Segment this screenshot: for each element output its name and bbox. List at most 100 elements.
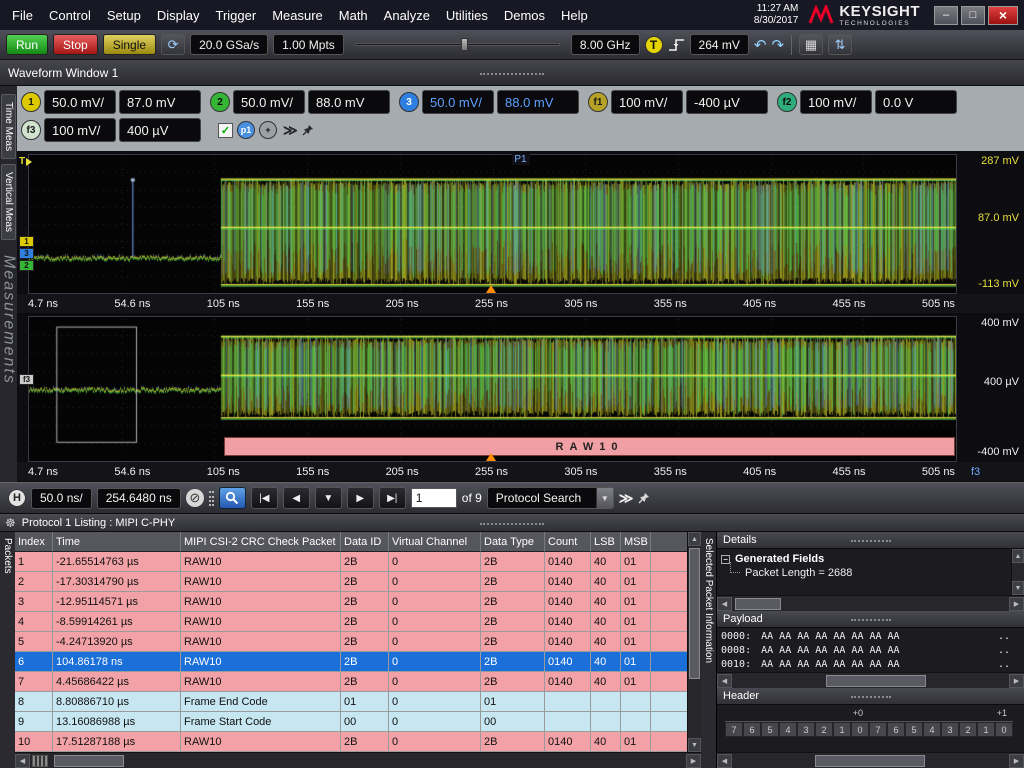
header-hscroll-track[interactable] [732, 754, 1009, 768]
details-hscroll-track[interactable] [732, 597, 1009, 611]
header-drag-handle[interactable] [851, 696, 891, 698]
nav-stop-button[interactable]: ▼ [315, 487, 342, 509]
channel-badge-3[interactable]: 3 [399, 92, 419, 112]
slider-thumb[interactable] [461, 38, 468, 51]
scroll-right-icon[interactable]: ▶ [686, 754, 701, 768]
selected-packet-label[interactable]: Selected Packet Information [703, 538, 714, 768]
column-header-data-type[interactable]: Data Type [481, 532, 545, 552]
hbar-pin-icon[interactable] [638, 492, 650, 504]
channel-scale-f2[interactable]: 100 mV/ [800, 90, 872, 114]
column-header-virtual-channel[interactable]: Virtual Channel [389, 532, 481, 552]
search-index-input[interactable] [411, 488, 457, 508]
packet-row-9[interactable]: 913.16086988 µsFrame Start Code00000 [15, 712, 687, 732]
protocol-drag-handle[interactable] [480, 523, 544, 525]
nav-next-button[interactable]: ▶ [347, 487, 374, 509]
menu-item-control[interactable]: Control [41, 3, 99, 28]
details-scroll-down-icon[interactable]: ▼ [1012, 581, 1024, 595]
nav-first-button[interactable]: |◀ [251, 487, 278, 509]
tab-time-meas[interactable]: Time Meas [1, 94, 16, 159]
stop-button[interactable]: Stop [53, 34, 98, 55]
p1-badge[interactable]: p1 [237, 121, 255, 139]
more-chevrons-icon[interactable]: ≫ [283, 122, 298, 139]
gear-icon[interactable]: ☸ [5, 516, 16, 530]
packet-row-1[interactable]: 1-21.65514763 µsRAW102B02B01404001 [15, 552, 687, 572]
details-scroll-right-icon[interactable]: ▶ [1009, 597, 1024, 611]
payload-section-header[interactable]: Payload [717, 611, 1024, 628]
search-zoom-button[interactable] [219, 487, 246, 509]
table-vscroll-track[interactable] [688, 546, 701, 738]
channel-tag-1[interactable]: 1 [19, 236, 34, 247]
channel-scale-1[interactable]: 50.0 mV/ [44, 90, 116, 114]
channel-offset-3[interactable]: 88.0 mV [497, 90, 579, 114]
channel-scale-f1[interactable]: 100 mV/ [611, 90, 683, 114]
trigger-position-marker[interactable] [486, 285, 496, 293]
payload-scroll-right-icon[interactable]: ▶ [1009, 674, 1024, 688]
packet-row-5[interactable]: 5-4.24713920 µsRAW102B02B01404001 [15, 632, 687, 652]
memory-depth-box[interactable]: 1.00 Mpts [273, 34, 344, 55]
trigger-time-marker[interactable]: T [19, 156, 32, 167]
acquire-mode-icon[interactable]: ⟳ [161, 34, 185, 55]
header-hscroll-thumb[interactable] [815, 755, 925, 767]
display-grid-icon[interactable]: ▦ [799, 34, 823, 55]
column-header-data-id[interactable]: Data ID [341, 532, 389, 552]
channel-offset-f1[interactable]: -400 µV [686, 90, 768, 114]
restore-button[interactable]: □ [961, 6, 985, 25]
scroll-down-icon[interactable]: ▼ [688, 738, 701, 752]
trigger-level-box[interactable]: 264 mV [690, 34, 749, 55]
menu-item-demos[interactable]: Demos [496, 3, 553, 28]
channel-tag-2[interactable]: 2 [19, 260, 34, 271]
column-header-time[interactable]: Time [53, 532, 181, 552]
details-section-header[interactable]: Details [717, 532, 1024, 549]
trigger-badge[interactable]: T [645, 36, 663, 54]
protocol-decode-band[interactable]: RAW10 [224, 437, 955, 456]
menu-item-analyze[interactable]: Analyze [376, 3, 438, 28]
table-horizontal-scrollbar[interactable]: ◀ ▶ [15, 752, 701, 768]
close-button[interactable]: × [988, 6, 1018, 25]
packet-row-6[interactable]: 6104.86178 nsRAW102B02B01404001 [15, 652, 687, 672]
table-hscroll-track[interactable] [50, 754, 686, 768]
header-scroll-left-icon[interactable]: ◀ [717, 754, 732, 768]
protocol-panel-header[interactable]: ☸ Protocol 1 Listing : MIPI C-PHY [0, 514, 1024, 532]
channel-badge-f1[interactable]: f1 [588, 92, 608, 112]
channel-tag-f3[interactable]: f3 [19, 374, 34, 385]
menu-item-math[interactable]: Math [331, 3, 376, 28]
details-horizontal-scrollbar[interactable]: ◀ ▶ [717, 595, 1024, 611]
drag-handle[interactable] [480, 73, 544, 75]
pointer-tools-icon[interactable]: ⇅ [828, 34, 852, 55]
timebase-position-box[interactable]: 254.6480 ns [97, 488, 181, 509]
hbar-chevrons-icon[interactable]: ≫ [619, 490, 634, 507]
toolbar-grip[interactable] [209, 491, 214, 506]
menu-item-file[interactable]: File [4, 3, 41, 28]
table-vertical-scrollbar[interactable]: ▲ ▼ [687, 532, 701, 752]
channel-scale-2[interactable]: 50.0 mV/ [233, 90, 305, 114]
column-header-mipi-csi-2-crc-check-packet[interactable]: MIPI CSI-2 CRC Check Packet [181, 532, 341, 552]
pin-icon[interactable] [302, 124, 314, 136]
channel-badge-2[interactable]: 2 [210, 92, 230, 112]
waveform-plot-2[interactable]: f3 400 mV 400 µV -400 mV RAW10 [17, 314, 1024, 462]
horizontal-badge[interactable]: H [8, 489, 26, 507]
tree-collapse-icon[interactable]: − [721, 555, 730, 564]
sample-rate-box[interactable]: 20.0 GSa/s [190, 34, 268, 55]
channel-scale-3[interactable]: 50.0 mV/ [422, 90, 494, 114]
menu-item-display[interactable]: Display [149, 3, 208, 28]
details-drag-handle[interactable] [851, 540, 891, 542]
timebase-scale-box[interactable]: 50.0 ns/ [31, 488, 92, 509]
details-scroll-left-icon[interactable]: ◀ [717, 597, 732, 611]
p1-checkbox[interactable]: ✓ [218, 123, 233, 138]
header-section-header[interactable]: Header [717, 688, 1024, 705]
p1-marker-label[interactable]: P1 [511, 154, 529, 165]
details-vscroll-track[interactable] [1012, 563, 1024, 581]
redo-icon[interactable]: ↷ [771, 36, 784, 54]
splitter-collapse-icon[interactable]: ◀ [15, 754, 30, 768]
measurements-window-label[interactable]: Measurements [0, 255, 18, 385]
waveform-plot-1[interactable]: T P1 132 287 mV 87.0 mV -113 mV [17, 152, 1024, 294]
header-horizontal-scrollbar[interactable]: ◀ ▶ [717, 752, 1024, 768]
table-vscroll-thumb[interactable] [689, 548, 700, 679]
trigger-edge-icon[interactable] [668, 38, 685, 52]
scroll-up-icon[interactable]: ▲ [688, 532, 701, 546]
payload-scroll-left-icon[interactable]: ◀ [717, 674, 732, 688]
header-scroll-right-icon[interactable]: ▶ [1009, 754, 1024, 768]
menu-item-utilities[interactable]: Utilities [438, 3, 496, 28]
payload-hscroll-thumb[interactable] [826, 675, 926, 687]
run-button[interactable]: Run [6, 34, 48, 55]
